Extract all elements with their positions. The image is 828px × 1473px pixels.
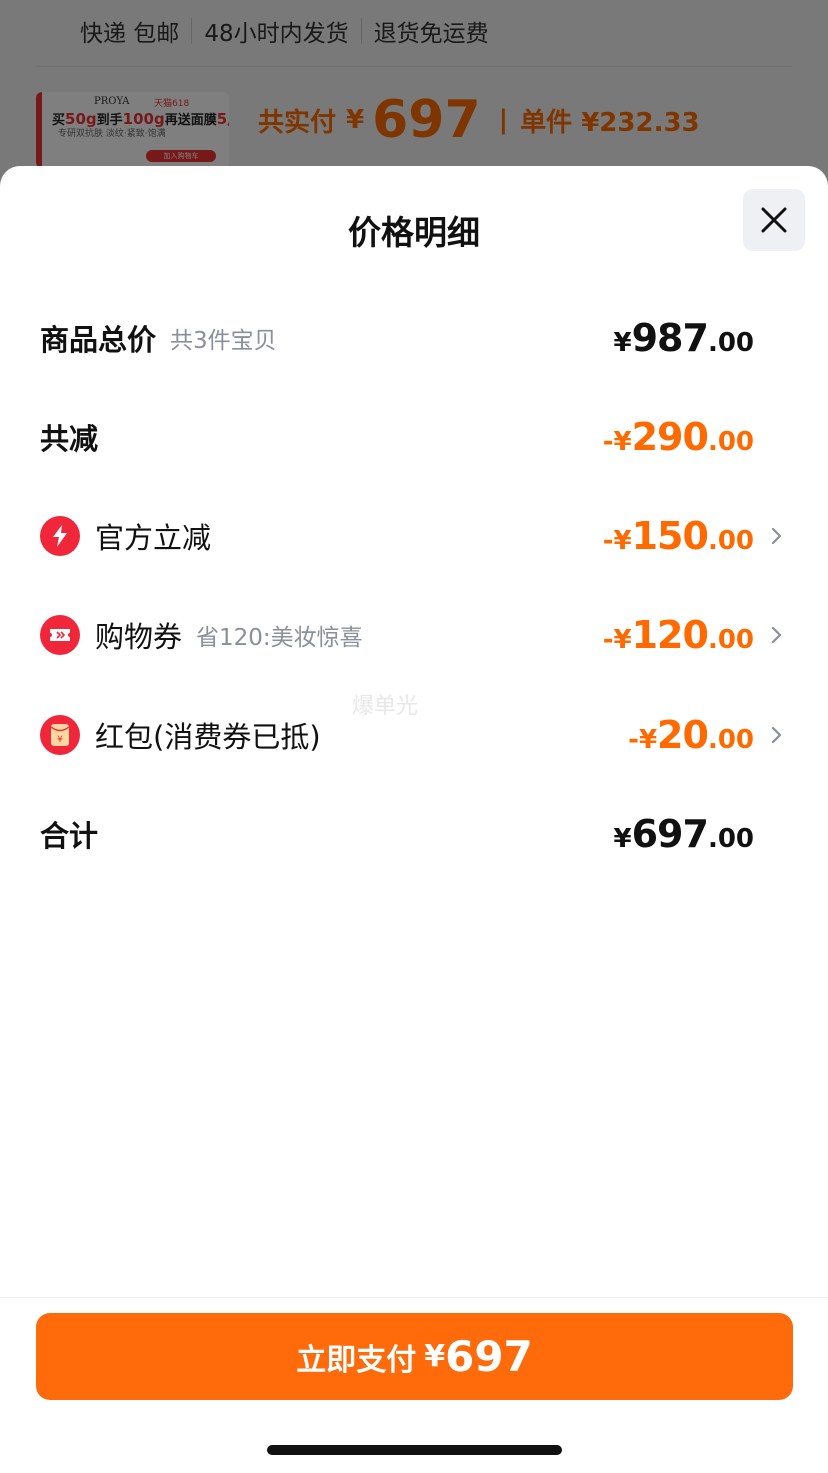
home-indicator[interactable] [267, 1445, 562, 1455]
row-amount: ¥697.00 [613, 812, 754, 856]
pay-button-label: 立即支付 [296, 1342, 417, 1378]
row-note: 省120:美妆惊喜 [196, 625, 363, 651]
watermark: 爆单光 [352, 694, 419, 719]
chevron-right-icon [771, 626, 782, 644]
row-label: 商品总价 [40, 323, 157, 357]
close-icon [761, 207, 787, 233]
row-amount: -¥ 150.00 [602, 514, 754, 558]
close-button[interactable] [743, 189, 805, 251]
row-amount: -¥ 290.00 [602, 415, 754, 459]
row-shopping-coupon[interactable]: 购物券 省120:美妆惊喜 -¥ 120.00 [40, 605, 788, 665]
row-total-discount: 共减 -¥ 290.00 [40, 407, 788, 467]
sheet-title: 价格明细 [348, 213, 480, 252]
row-label: 官方立减 [95, 521, 212, 555]
row-label: 共减 [40, 422, 99, 456]
row-label: 购物券 [95, 620, 183, 654]
row-goods-total: 商品总价 共3件宝贝 ¥987.00 [40, 308, 788, 368]
row-amount: -¥ 120.00 [602, 613, 754, 657]
price-detail-sheet: 价格明细 商品总价 共3件宝贝 ¥987.00 共减 -¥ 290.00 官方立减… [0, 166, 828, 1473]
pay-button-amount: 697 [445, 1332, 533, 1381]
pay-now-button[interactable]: 立即支付 ¥ 697 [36, 1313, 793, 1400]
row-grand-total: 合计 ¥697.00 [40, 804, 788, 864]
red-packet-icon: ¥ [40, 715, 80, 755]
row-label: 合计 [40, 819, 99, 853]
row-amount: -¥ 20.00 [628, 713, 754, 757]
row-note: 共3件宝贝 [170, 328, 277, 354]
row-official-discount[interactable]: 官方立减 -¥ 150.00 [40, 506, 788, 566]
currency-symbol: ¥ [424, 1339, 446, 1374]
chevron-right-icon [771, 527, 782, 545]
chevron-right-icon [771, 726, 782, 744]
svg-text:¥: ¥ [57, 735, 63, 745]
row-label: 红包(消费券已抵) [95, 720, 321, 754]
divider [0, 1297, 828, 1298]
ticket-icon [40, 615, 80, 655]
row-amount: ¥987.00 [613, 316, 754, 360]
lightning-icon [40, 516, 80, 556]
